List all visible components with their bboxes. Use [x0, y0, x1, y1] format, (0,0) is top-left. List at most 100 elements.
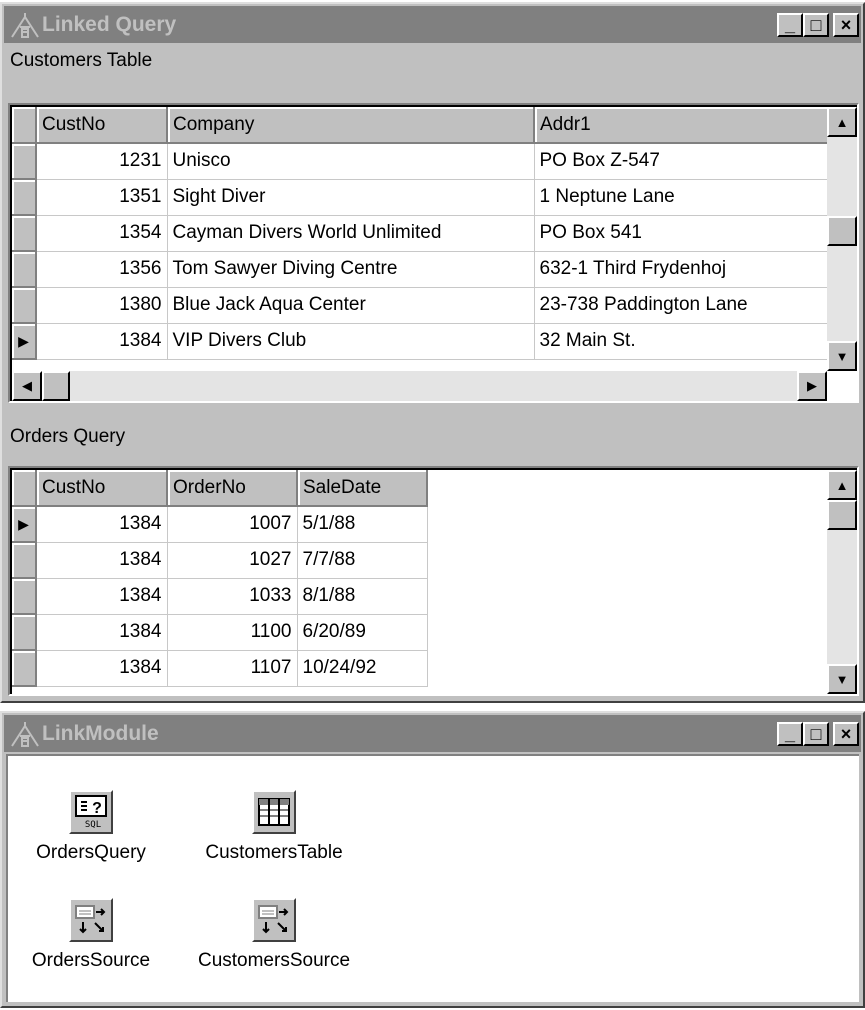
component-orders-source[interactable]: OrdersSource	[6, 898, 176, 972]
maximize-button[interactable]: □	[803, 721, 829, 746]
indicator-header	[12, 107, 37, 144]
component-customers-source[interactable]: CustomersSource	[189, 898, 359, 972]
scroll-thumb[interactable]	[827, 500, 857, 530]
window-title: Linked Query	[42, 12, 177, 36]
table-cell[interactable]: 7/7/88	[297, 542, 428, 579]
row-indicator[interactable]: ▶	[12, 506, 37, 543]
table-cell[interactable]: 1107	[167, 650, 298, 687]
row-indicator[interactable]	[12, 251, 37, 288]
customers-table[interactable]: CustNo Company Addr1 1231 Unisco PO Box Z-…	[12, 107, 835, 360]
table-row[interactable]: 1356 Tom Sawyer Diving Centre 632-1 Third …	[12, 251, 835, 288]
customers-grid[interactable]: CustNo Company Addr1 1231 Unisco PO Box Z-…	[8, 103, 859, 403]
scroll-up-button[interactable]: ▲	[827, 107, 857, 137]
table-cell[interactable]: 8/1/88	[297, 578, 428, 615]
column-header-custno[interactable]: CustNo	[36, 470, 168, 507]
horizontal-scroll-thumb[interactable]	[42, 371, 70, 401]
table-cell[interactable]: 1231	[36, 143, 168, 180]
up-arrow-icon: ▲	[835, 114, 849, 130]
scroll-down-button[interactable]: ▼	[827, 664, 857, 694]
table-cell[interactable]: 23-738 Paddington Lane	[534, 287, 835, 324]
title-bar[interactable]: LinkModule _ □ ×	[4, 715, 861, 752]
row-indicator[interactable]	[12, 614, 37, 651]
column-header-custno[interactable]: CustNo	[36, 107, 168, 144]
column-header-saledate[interactable]: SaleDate	[297, 470, 428, 507]
table-cell[interactable]: 1384	[36, 323, 168, 360]
table-cell[interactable]: 1027	[167, 542, 298, 579]
component-orders-query[interactable]: ? SQL OrdersQuery	[6, 790, 176, 864]
maximize-button[interactable]: □	[803, 12, 829, 37]
row-indicator[interactable]	[12, 179, 37, 216]
table-row[interactable]: 1384 1100 6/20/89	[12, 614, 428, 651]
down-arrow-icon: ▼	[835, 348, 849, 364]
row-indicator[interactable]	[12, 542, 37, 579]
table-cell[interactable]: 32 Main St.	[534, 323, 835, 360]
table-cell[interactable]: 1356	[36, 251, 168, 288]
title-bar[interactable]: Linked Query _ □ ×	[4, 6, 861, 43]
table-cell[interactable]: 1384	[36, 506, 168, 543]
customers-horizontal-scrollbar[interactable]: ◀ ▶	[12, 371, 827, 401]
scroll-left-button[interactable]: ◀	[12, 371, 42, 401]
table-cell[interactable]: 6/20/89	[297, 614, 428, 651]
close-button[interactable]: ×	[833, 721, 859, 746]
table-cell[interactable]: 632-1 Third Frydenhoj	[534, 251, 835, 288]
table-cell[interactable]: Tom Sawyer Diving Centre	[167, 251, 535, 288]
table-cell[interactable]: 1384	[36, 614, 168, 651]
row-indicator[interactable]: ▶	[12, 323, 37, 360]
orders-grid[interactable]: CustNo OrderNo SaleDate ▶ 1384 1007 5/1/88 1…	[8, 466, 859, 696]
table-row[interactable]: 1231 Unisco PO Box Z-547	[12, 143, 835, 180]
table-row[interactable]: 1384 1033 8/1/88	[12, 578, 428, 615]
table-cell[interactable]: PO Box Z-547	[534, 143, 835, 180]
row-indicator[interactable]	[12, 578, 37, 615]
table-cell[interactable]: Blue Jack Aqua Center	[167, 287, 535, 324]
table-cell[interactable]: Sight Diver	[167, 179, 535, 216]
component-label: OrdersSource	[31, 950, 151, 971]
scroll-up-button[interactable]: ▲	[827, 470, 857, 500]
scroll-right-button[interactable]: ▶	[797, 371, 827, 401]
row-indicator[interactable]	[12, 650, 37, 687]
table-cell[interactable]: 1384	[36, 542, 168, 579]
table-cell[interactable]: 1033	[167, 578, 298, 615]
table-cell[interactable]: 10/24/92	[297, 650, 428, 687]
close-button[interactable]: ×	[833, 12, 859, 37]
table-cell[interactable]: 1100	[167, 614, 298, 651]
component-customers-table[interactable]: CustomersTable	[189, 790, 359, 864]
table-cell[interactable]: 1354	[36, 215, 168, 252]
datasource-icon	[69, 898, 113, 942]
table-cell[interactable]: 1380	[36, 287, 168, 324]
table-cell[interactable]: 1 Neptune Lane	[534, 179, 835, 216]
module-canvas[interactable]: ? SQL OrdersQuery CustomersTable OrdersS…	[6, 754, 859, 1002]
table-row[interactable]: 1380 Blue Jack Aqua Center 23-738 Paddingt…	[12, 287, 835, 324]
column-header-orderno[interactable]: OrderNo	[167, 470, 298, 507]
orders-table[interactable]: CustNo OrderNo SaleDate ▶ 1384 1007 5/1/88 1…	[12, 470, 428, 687]
svg-text:?: ?	[92, 800, 102, 817]
table-cell[interactable]: Cayman Divers World Unlimited	[167, 215, 535, 252]
table-cell[interactable]: 1007	[167, 506, 298, 543]
table-row[interactable]: 1351 Sight Diver 1 Neptune Lane	[12, 179, 835, 216]
table-cell[interactable]: 1384	[36, 650, 168, 687]
scroll-down-button[interactable]: ▼	[827, 341, 857, 371]
table-cell[interactable]: 1351	[36, 179, 168, 216]
table-cell[interactable]: VIP Divers Club	[167, 323, 535, 360]
table-cell[interactable]: PO Box 541	[534, 215, 835, 252]
table-cell[interactable]: 1384	[36, 578, 168, 615]
column-header-company[interactable]: Company	[167, 107, 535, 144]
orders-vertical-scrollbar[interactable]: ▲ ▼	[827, 470, 857, 694]
down-arrow-icon: ▼	[835, 671, 849, 687]
scroll-thumb[interactable]	[827, 216, 857, 246]
minimize-button[interactable]: _	[777, 721, 803, 746]
row-indicator[interactable]	[12, 287, 37, 324]
table-row[interactable]: ▶ 1384 1007 5/1/88	[12, 506, 428, 543]
customers-vertical-scrollbar[interactable]: ▲ ▼	[827, 107, 857, 371]
table-row[interactable]: 1384 1107 10/24/92	[12, 650, 428, 687]
column-header-addr1[interactable]: Addr1	[534, 107, 835, 144]
row-indicator[interactable]	[12, 143, 37, 180]
table-cell[interactable]: 5/1/88	[297, 506, 428, 543]
row-indicator[interactable]	[12, 215, 37, 252]
svg-text:SQL: SQL	[85, 820, 101, 830]
table-cell[interactable]: Unisco	[167, 143, 535, 180]
linked-query-window: Linked Query _ □ × Customers Table CustN…	[0, 2, 865, 703]
minimize-button[interactable]: _	[777, 12, 803, 37]
table-row[interactable]: 1354 Cayman Divers World Unlimited PO Box …	[12, 215, 835, 252]
table-row[interactable]: ▶ 1384 VIP Divers Club 32 Main St.	[12, 323, 835, 360]
table-row[interactable]: 1384 1027 7/7/88	[12, 542, 428, 579]
